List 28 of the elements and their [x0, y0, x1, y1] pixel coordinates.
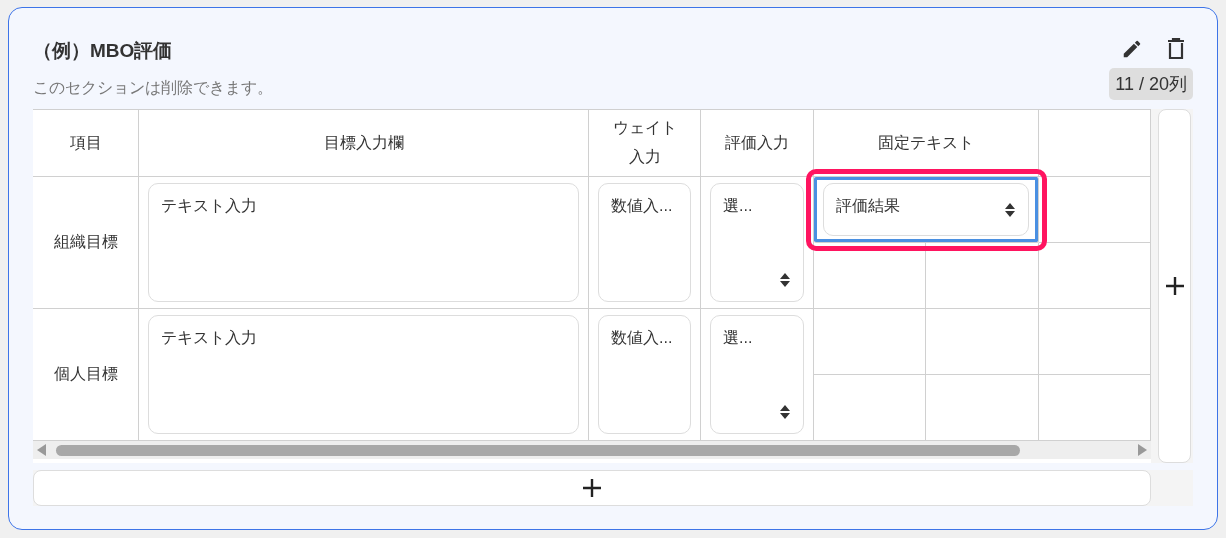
number-input-field[interactable]: 数値入... — [598, 183, 691, 302]
column-header: 評価入力 — [725, 132, 789, 153]
add-row-button[interactable] — [33, 470, 1151, 506]
select-field[interactable]: 選... — [710, 183, 804, 302]
column-header: 項目 — [69, 132, 102, 153]
edit-icon[interactable] — [1121, 38, 1143, 60]
column-count-badge: 11 / 20列 — [1109, 68, 1193, 100]
add-column-button[interactable] — [1158, 109, 1191, 463]
delete-icon[interactable] — [1167, 38, 1185, 60]
section-title: （例）MBO評価 — [33, 39, 174, 63]
plus-icon — [582, 478, 602, 498]
sort-caret-icon — [779, 403, 791, 421]
sort-caret-icon — [779, 271, 791, 289]
scroll-left-icon[interactable] — [37, 444, 46, 456]
column-header: ウェイト入力 — [611, 118, 678, 167]
text-input-field[interactable]: テキスト入力 — [148, 183, 579, 302]
scroll-right-icon[interactable] — [1138, 444, 1147, 456]
row-label: 個人目標 — [53, 364, 118, 384]
column-header: 固定テキスト — [878, 132, 974, 153]
select-field[interactable]: 選... — [710, 315, 804, 434]
row-label: 組織目標 — [53, 232, 118, 252]
select-field[interactable]: 評価結果 — [823, 183, 1029, 236]
text-input-field[interactable]: テキスト入力 — [148, 315, 579, 434]
plus-icon — [1164, 276, 1185, 296]
section-description: このセクションは削除できます。 — [33, 78, 273, 98]
number-input-field[interactable]: 数値入... — [598, 315, 691, 434]
column-header: 目標入力欄 — [323, 132, 404, 153]
horizontal-scrollbar[interactable] — [33, 441, 1151, 459]
